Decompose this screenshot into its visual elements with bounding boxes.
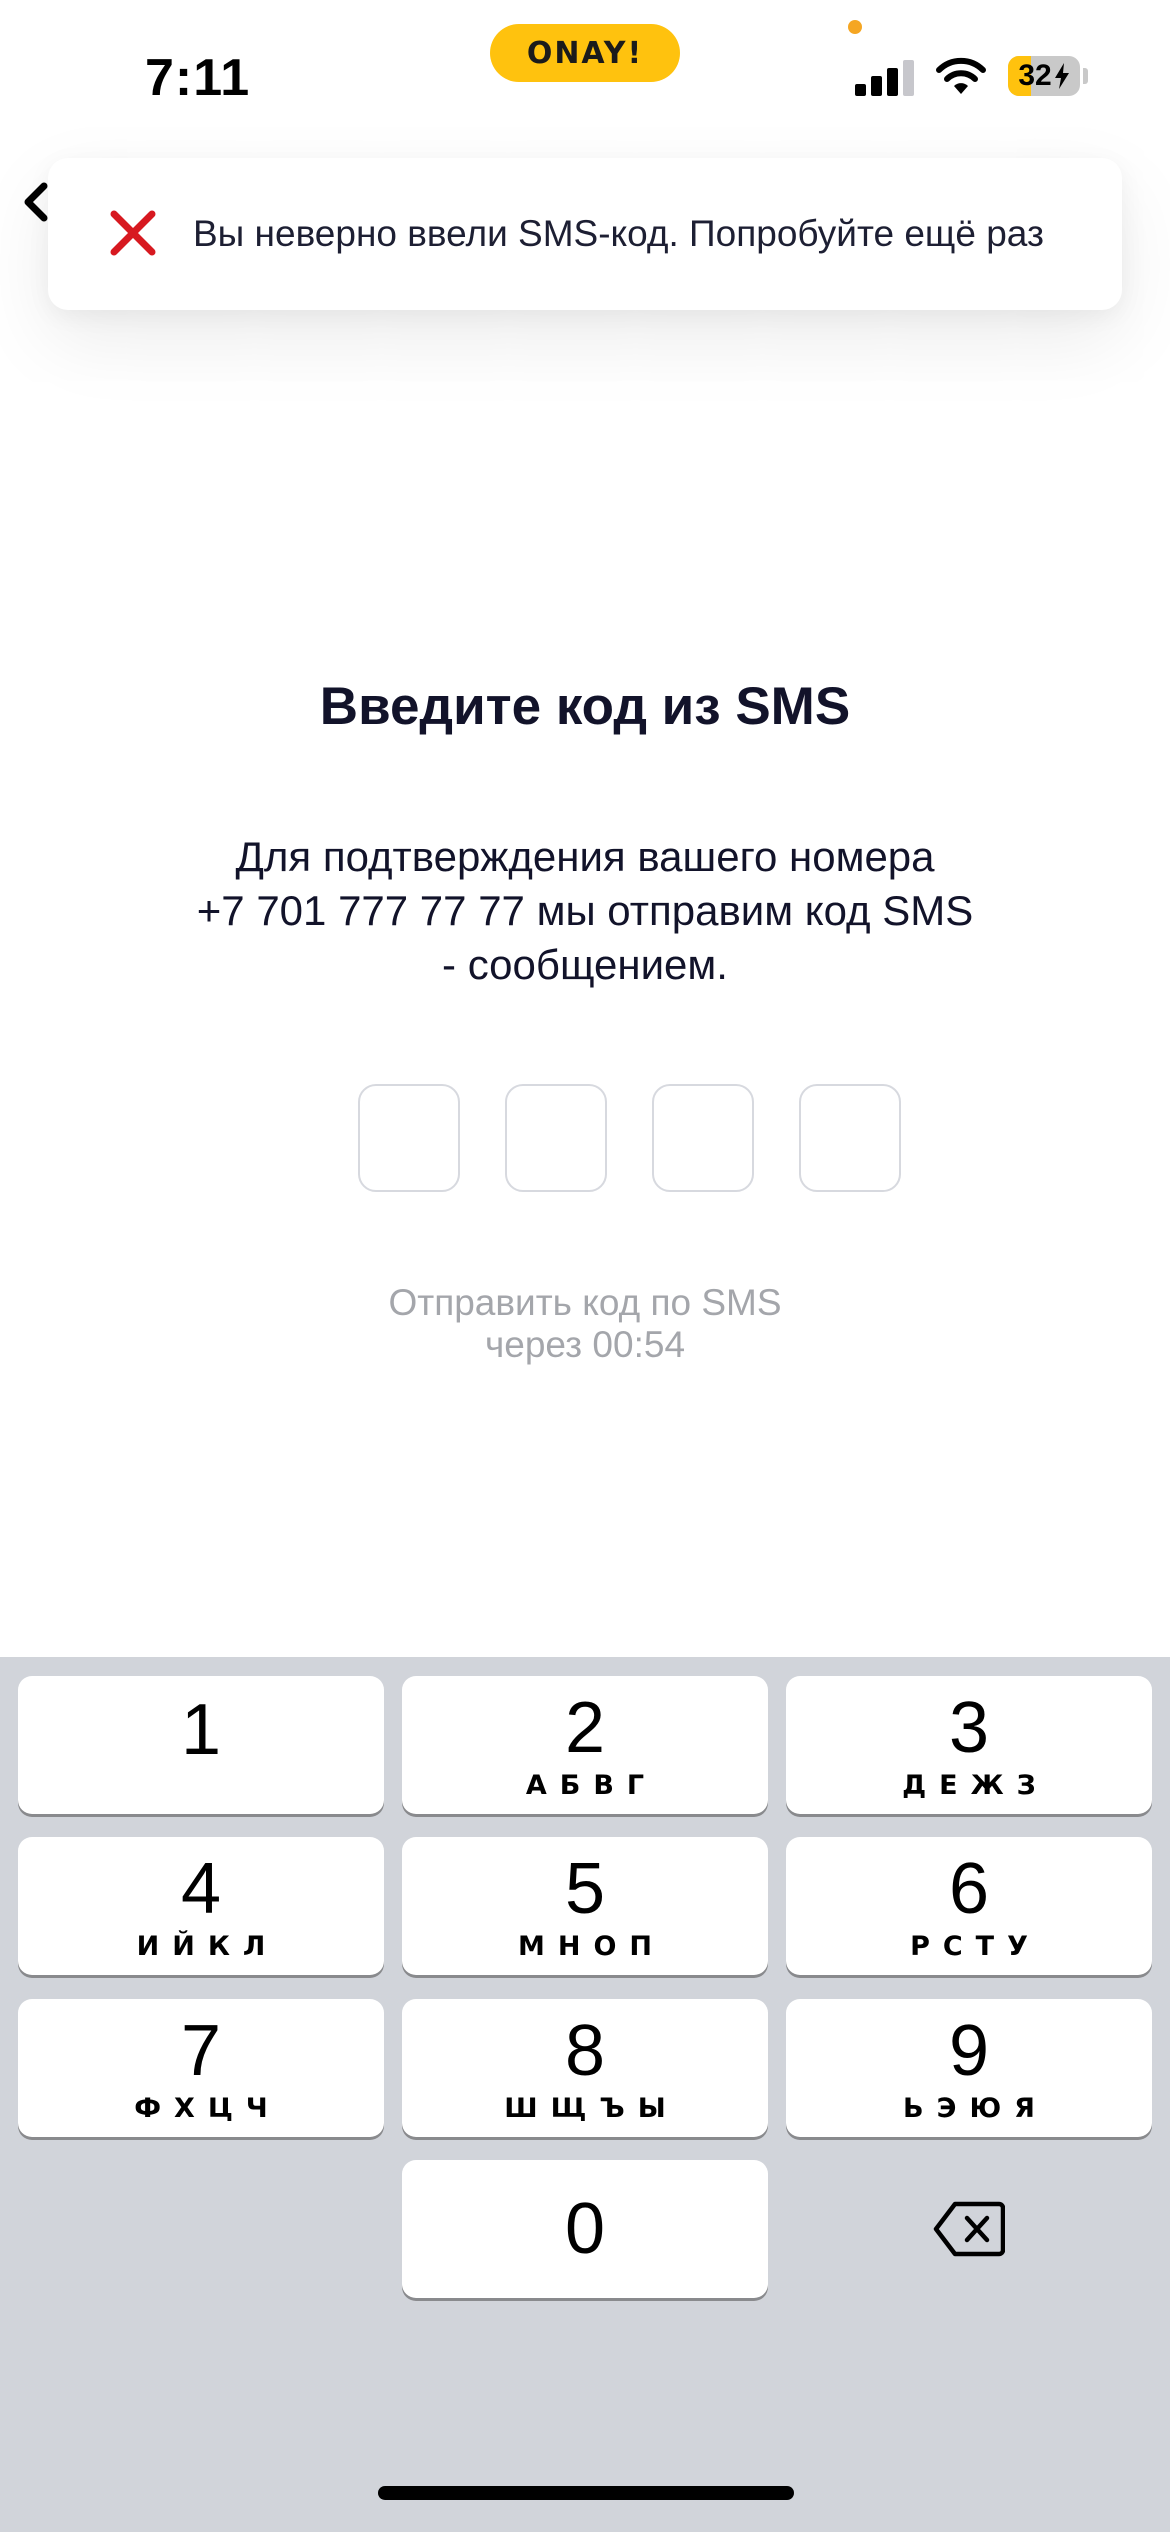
key-letters: ШЩЪЫ — [504, 2092, 679, 2124]
description-line: - сообщением. — [442, 941, 728, 988]
close-icon — [110, 210, 156, 256]
key-8[interactable]: 8 ШЩЪЫ — [402, 1999, 768, 2137]
key-digit: 0 — [564, 2189, 606, 2269]
key-1[interactable]: 1 — [18, 1676, 384, 1814]
back-arrow-icon[interactable] — [22, 182, 48, 222]
description-line: Для подтверждения вашего номера — [235, 833, 935, 880]
key-digit: 1 — [180, 1690, 222, 1770]
key-letters: ФХЦЧ — [134, 2092, 281, 2124]
key-letters: ИЙКЛ — [136, 1930, 279, 1962]
privacy-indicator-dot — [848, 20, 862, 34]
key-digit: 5 — [564, 1848, 606, 1929]
key-letters: ДЕЖЗ — [902, 1769, 1049, 1801]
code-digit-box-4[interactable] — [799, 1084, 901, 1192]
key-6[interactable]: 6 РСТУ — [786, 1837, 1152, 1975]
battery-icon: 32 — [1008, 56, 1080, 96]
numeric-keypad: 1 2 АБВГ 3 ДЕЖЗ 4 ИЙКЛ 5 МНОП 6 РСТУ 7 Ф… — [0, 1657, 1170, 2532]
description-line: +7 701 777 77 77 мы отправим код SMS — [196, 887, 974, 934]
key-digit: 4 — [180, 1848, 222, 1929]
backspace-icon — [933, 2201, 1005, 2257]
key-digit: 9 — [948, 2010, 990, 2091]
resend-countdown: через 00:54 — [484, 1324, 686, 1365]
backspace-key[interactable] — [786, 2160, 1152, 2298]
status-time: 7:11 — [145, 49, 251, 107]
page-title: Введите код из SMS — [319, 677, 851, 736]
key-5[interactable]: 5 МНОП — [402, 1837, 768, 1975]
key-2[interactable]: 2 АБВГ — [402, 1676, 768, 1814]
battery-cap — [1083, 68, 1088, 84]
code-digit-box-3[interactable] — [652, 1084, 754, 1192]
verification-description: Для подтверждения вашего номера +7 701 7… — [140, 830, 1030, 992]
home-indicator[interactable] — [378, 2486, 794, 2500]
key-letters: РСТУ — [910, 1930, 1041, 1962]
resend-code-link: Отправить код по SMS через 00:54 — [0, 1282, 1170, 1366]
key-digit: 7 — [180, 2010, 222, 2091]
key-letters: ЬЭЮЯ — [903, 2092, 1048, 2124]
key-digit: 8 — [564, 2010, 606, 2091]
key-7[interactable]: 7 ФХЦЧ — [18, 1999, 384, 2137]
key-3[interactable]: 3 ДЕЖЗ — [786, 1676, 1152, 1814]
cellular-signal-icon — [855, 56, 915, 96]
wifi-icon — [936, 57, 986, 94]
resend-label: Отправить код по SMS — [388, 1282, 782, 1323]
error-toast-message: Вы неверно ввели SMS-код. Попробуйте ещё… — [193, 213, 1044, 254]
key-digit: 3 — [948, 1687, 990, 1768]
code-digit-box-1[interactable] — [358, 1084, 460, 1192]
code-digit-box-2[interactable] — [505, 1084, 607, 1192]
dynamic-island-app-pill[interactable]: ONAY! — [490, 24, 680, 82]
key-0[interactable]: 0 — [402, 2160, 768, 2298]
key-letters: МНОП — [517, 1930, 665, 1962]
error-toast[interactable]: Вы неверно ввели SMS-код. Попробуйте ещё… — [48, 158, 1122, 310]
key-digit: 6 — [948, 1848, 990, 1929]
charging-bolt-icon — [1054, 63, 1069, 89]
key-9[interactable]: 9 ЬЭЮЯ — [786, 1999, 1152, 2137]
key-4[interactable]: 4 ИЙКЛ — [18, 1837, 384, 1975]
sms-code-input[interactable] — [358, 1084, 901, 1192]
key-digit: 2 — [564, 1687, 606, 1768]
battery-percent: 32 — [1018, 59, 1052, 92]
key-letters: АБВГ — [525, 1769, 658, 1801]
sms-verification-screen: 7:11 ONAY! 32 Вы неверно ввели SMS-код. … — [0, 0, 1170, 2532]
